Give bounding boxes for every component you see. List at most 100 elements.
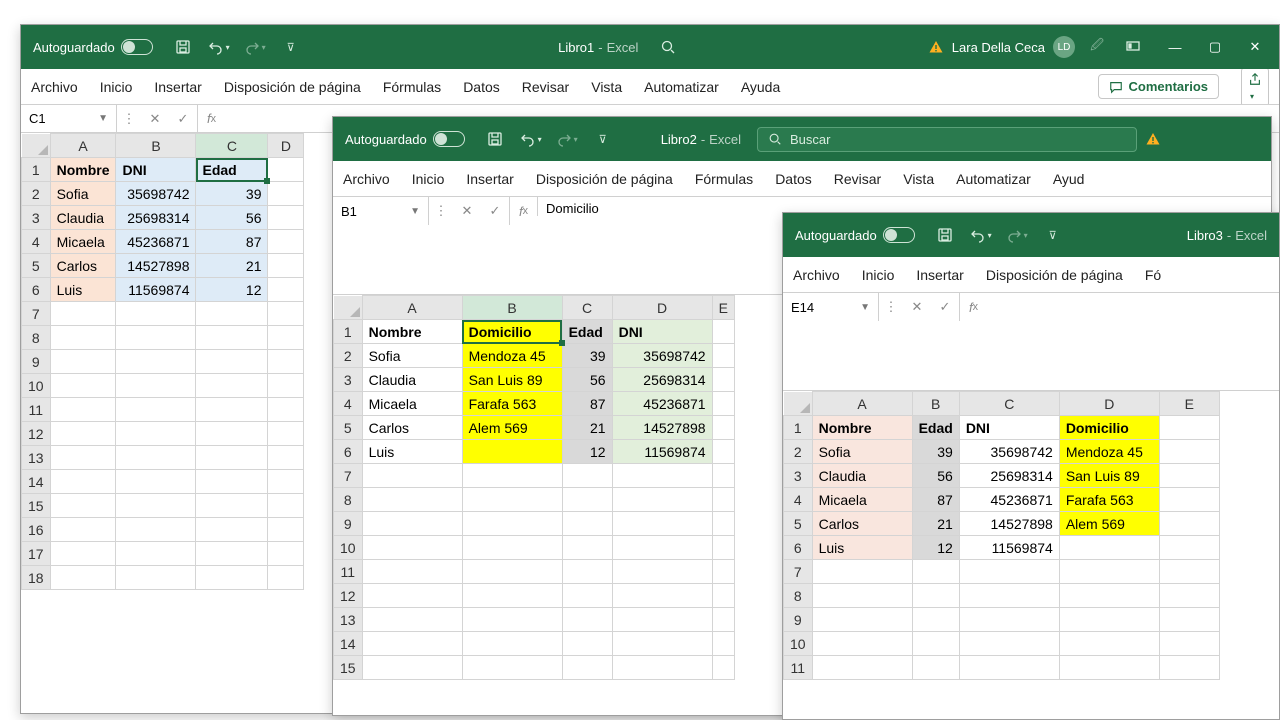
cell[interactable] [912,608,959,632]
cell[interactable]: Nombre [50,158,116,182]
redo-icon[interactable]: ▾ [241,33,269,61]
cell[interactable]: Alem 569 [462,416,562,440]
tab-inicio[interactable]: Inicio [412,171,445,187]
row-header[interactable]: 8 [784,584,813,608]
cell[interactable] [362,560,462,584]
maximize-button[interactable]: ▢ [1195,25,1235,69]
cell[interactable] [268,446,304,470]
tab-inicio[interactable]: Inicio [862,267,895,283]
cell[interactable]: 39 [562,344,612,368]
fx-function-button[interactable]: fx [197,105,225,132]
cell[interactable] [362,536,462,560]
row-header[interactable]: 7 [22,302,51,326]
cell[interactable]: Claudia [362,368,462,392]
cell[interactable] [1159,464,1219,488]
cell[interactable] [1059,584,1159,608]
cell[interactable]: Farafa 563 [1059,488,1159,512]
tab-ayuda[interactable]: Ayud [1053,171,1085,187]
cell[interactable] [196,470,268,494]
cell[interactable] [1159,632,1219,656]
qat-menu-icon[interactable]: ⊽ [1039,221,1067,249]
cell[interactable] [50,350,116,374]
col-header[interactable]: C [562,296,612,320]
cell[interactable]: Sofia [812,440,912,464]
cell[interactable] [1159,416,1219,440]
cell[interactable] [712,368,734,392]
cell[interactable]: Farafa 563 [462,392,562,416]
tab-insertar[interactable]: Insertar [466,171,513,187]
cell[interactable] [268,350,304,374]
row-header[interactable]: 8 [334,488,363,512]
cell[interactable] [268,566,304,590]
cell[interactable] [462,512,562,536]
cell[interactable]: 45236871 [959,488,1059,512]
cell[interactable]: Micaela [362,392,462,416]
tab-archivo[interactable]: Archivo [31,79,78,95]
cell[interactable] [362,608,462,632]
tab-datos[interactable]: Datos [775,171,812,187]
tab-layout[interactable]: Disposición de página [986,267,1123,283]
cell[interactable]: 56 [912,464,959,488]
cell[interactable] [712,464,734,488]
cell[interactable] [712,440,734,464]
cell[interactable] [959,560,1059,584]
row-header[interactable]: 4 [334,392,363,416]
cell[interactable]: 12 [562,440,612,464]
row-header[interactable]: 6 [334,440,363,464]
cell[interactable] [268,518,304,542]
cell[interactable] [712,320,734,344]
cell[interactable] [1159,584,1219,608]
fx-cancel-button[interactable]: ✕ [453,197,481,225]
comments-button[interactable]: Comentarios [1098,74,1219,99]
cell[interactable] [462,584,562,608]
cell[interactable]: 14527898 [612,416,712,440]
cell[interactable] [1059,536,1159,560]
cell[interactable] [362,632,462,656]
cell[interactable]: 87 [912,488,959,512]
row-header[interactable]: 2 [784,440,813,464]
cell[interactable]: Mendoza 45 [1059,440,1159,464]
cell[interactable] [812,632,912,656]
cell[interactable] [562,560,612,584]
tab-ayuda[interactable]: Ayuda [741,79,780,95]
row-header[interactable]: 2 [22,182,51,206]
col-header[interactable]: D [612,296,712,320]
row-header[interactable]: 7 [784,560,813,584]
cell[interactable] [462,608,562,632]
cell[interactable] [1159,536,1219,560]
name-box[interactable]: C1▼ [21,105,117,132]
cell[interactable] [1159,440,1219,464]
cell[interactable] [196,302,268,326]
cell[interactable] [1059,608,1159,632]
cell[interactable] [268,158,304,182]
cell[interactable] [912,584,959,608]
cell[interactable] [1059,656,1159,680]
cell[interactable]: 25698314 [959,464,1059,488]
cell[interactable] [268,422,304,446]
cell[interactable] [196,518,268,542]
cell[interactable]: Sofia [362,344,462,368]
cell[interactable] [712,344,734,368]
cell[interactable]: Carlos [50,254,116,278]
tab-revisar[interactable]: Revisar [522,79,569,95]
cell[interactable] [462,464,562,488]
tab-layout[interactable]: Disposición de página [224,79,361,95]
row-header[interactable]: 1 [334,320,363,344]
cell[interactable] [268,278,304,302]
cell[interactable] [612,536,712,560]
cell[interactable] [562,656,612,680]
cell[interactable]: Carlos [362,416,462,440]
cell[interactable]: 25698314 [612,368,712,392]
cell[interactable] [362,656,462,680]
tab-layout[interactable]: Disposición de página [536,171,673,187]
row-header[interactable]: 3 [334,368,363,392]
cell[interactable] [612,632,712,656]
autoguardado-toggle[interactable]: Autoguardado [787,227,923,243]
cell[interactable]: 35698742 [612,344,712,368]
cell[interactable] [116,422,196,446]
row-header[interactable]: 3 [784,464,813,488]
cell[interactable]: 56 [562,368,612,392]
cell[interactable]: Luis [362,440,462,464]
fx-ok-button[interactable]: ✓ [169,105,197,132]
autoguardado-toggle[interactable]: Autoguardado [25,39,161,55]
